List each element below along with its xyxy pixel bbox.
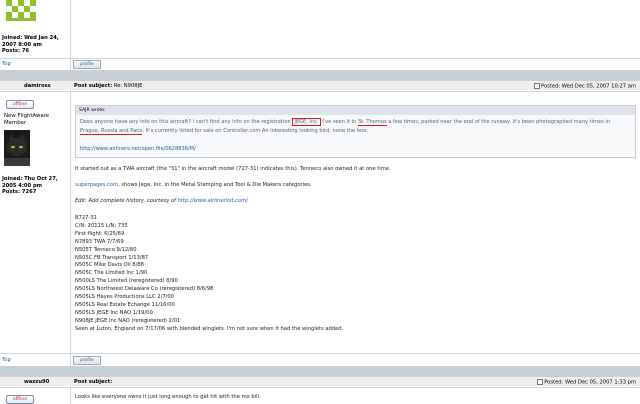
profile-button[interactable]: profile bbox=[73, 60, 101, 69]
joined-date: Joined: Wed Jan 24, 2007 8:00 am bbox=[2, 35, 59, 48]
profile-label: profile bbox=[80, 62, 94, 67]
quote-text: . It's currently listed for sale on Cont… bbox=[142, 127, 369, 134]
top-link[interactable]: Top bbox=[2, 357, 11, 363]
post-subject: Re: N908JE bbox=[113, 83, 143, 89]
highlight-jege: JEGE, Inc. bbox=[292, 118, 321, 126]
edit-note: Edit: Add complete history, courtesy of bbox=[75, 198, 178, 204]
posted-date: Posted: Wed Dec 05, 2007 1:33 pm bbox=[544, 379, 636, 386]
profile-label: profile bbox=[80, 358, 94, 363]
history-list: B727-31 C/N: 20115 L/N: 735 First flight… bbox=[75, 215, 630, 334]
profile-button[interactable]: profile bbox=[73, 356, 101, 365]
status-label: offline bbox=[12, 102, 28, 107]
user-rank: New FlightAware Member bbox=[4, 113, 50, 126]
post-subject-label: Post subject: bbox=[74, 379, 113, 385]
list-item: N500LS The Limited (reregistered) 8/90 bbox=[75, 278, 178, 285]
top-link[interactable]: Top bbox=[2, 61, 11, 67]
quote-text: a few times, parked near the end of the … bbox=[386, 119, 611, 125]
quote-block: SAJR wrote: Does anyone have any info on… bbox=[75, 105, 636, 158]
post-subject-label: Post subject: bbox=[74, 83, 113, 89]
list-item: N505C FB Transport 1/13/87 bbox=[75, 254, 149, 261]
column-divider bbox=[70, 0, 71, 404]
list-item: B727-31 bbox=[75, 215, 97, 221]
posted-date: Posted: Wed Dec 05, 2007 10:27 am bbox=[541, 83, 636, 90]
body-paragraph: It started out as a TWA aircraft (the "3… bbox=[75, 166, 391, 172]
post-icon[interactable] bbox=[537, 379, 544, 385]
quote-text: I've seen it in bbox=[320, 119, 358, 125]
list-item: N505C The Limited Inc 1/90 bbox=[75, 270, 148, 277]
list-item: N505T Tenneco 9/12/80 bbox=[75, 246, 137, 253]
quote-author: SAJR wrote: bbox=[76, 106, 635, 115]
list-item: N505LS Real Estate Echange 11/16/00 bbox=[75, 301, 175, 308]
highlight-places: Prague, Russia and Paris bbox=[80, 127, 143, 135]
post-author[interactable]: wazzu90 bbox=[24, 379, 49, 385]
list-item: N505LS Northwest Delaware Co (reregister… bbox=[75, 286, 214, 293]
list-item: N505LS JEGE Inc NAO 1/19/00 bbox=[75, 309, 153, 316]
list-item: Seen at Luton, England on 7/17/06 with b… bbox=[75, 325, 344, 332]
list-item: N7893 TWA 7/7/69 bbox=[75, 238, 124, 245]
list-item: C/N: 20115 L/N: 735 bbox=[75, 222, 128, 229]
list-item: N505C Mike Davis Oil 8/88 bbox=[75, 262, 144, 269]
post-author[interactable]: damiross bbox=[24, 83, 51, 89]
status-label: offline bbox=[12, 397, 28, 402]
post-body: Looks like everyone owns it just long en… bbox=[75, 394, 261, 400]
list-item: First flight: 6/25/69 bbox=[75, 230, 125, 237]
body-paragraph: , shows Jege, Inc. in the Metal Stamping… bbox=[118, 182, 312, 188]
quote-text: Does anyone have any info on this aircra… bbox=[80, 119, 293, 125]
quote-url[interactable]: http://www.airliners.net/open.file/06288… bbox=[80, 144, 631, 154]
post-count: Posts: 7267 bbox=[2, 189, 37, 195]
offline-badge: offline bbox=[6, 395, 34, 404]
avatar bbox=[4, 0, 40, 24]
offline-badge: offline bbox=[6, 100, 34, 109]
joined-date: Joined: Thu Oct 27, 2005 4:00 pm bbox=[2, 176, 58, 189]
post-count: Posts: 76 bbox=[2, 48, 30, 54]
post-icon[interactable] bbox=[534, 83, 541, 89]
highlight-st-thomas: St. Thomas bbox=[357, 119, 387, 126]
airlinerlist-link[interactable]: http://www.airlinerlist.com/ bbox=[178, 198, 248, 204]
avatar bbox=[4, 130, 30, 166]
superpages-link[interactable]: superpages.com bbox=[75, 182, 118, 188]
list-item: N908JE JEGE Inc NAO (reregistered) 2/01 bbox=[75, 317, 181, 324]
list-item: N505LS Hayes Productions LLC 2/7/00 bbox=[75, 294, 175, 301]
